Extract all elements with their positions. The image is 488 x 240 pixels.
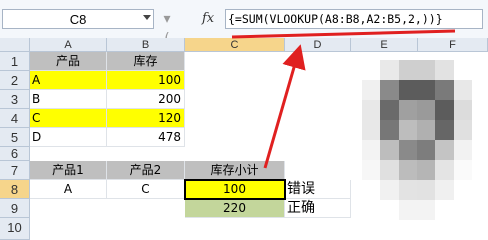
mosaic-block: [453, 180, 472, 201]
cell-d8-wrong-label[interactable]: 错误: [285, 180, 351, 199]
mosaic-block: [435, 80, 455, 101]
mosaic-block: [380, 180, 400, 201]
pixelated-image: [362, 60, 472, 220]
mosaic-block: [417, 140, 436, 161]
mosaic-block: [398, 100, 418, 121]
mosaic-block: [435, 100, 455, 121]
fx-icon[interactable]: fx: [202, 9, 222, 29]
row-header-8[interactable]: 8: [0, 180, 30, 199]
cell-b2[interactable]: 100: [107, 71, 185, 90]
mosaic-block: [417, 160, 436, 181]
mosaic-block: [362, 200, 381, 220]
mosaic-block: [362, 120, 381, 141]
mosaic-block: [362, 60, 381, 81]
mosaic-block: [362, 140, 381, 161]
mosaic-block: [453, 100, 472, 121]
col-header-a[interactable]: A: [30, 38, 107, 52]
cell-c7[interactable]: 库存小计: [185, 161, 285, 180]
mosaic-block: [362, 160, 381, 181]
row-header-7[interactable]: 7: [0, 161, 30, 180]
cell-b5[interactable]: 478: [107, 128, 185, 147]
col-header-e[interactable]: E: [351, 38, 418, 52]
formula-input[interactable]: {=SUM(VLOOKUP(A8:B8,A2:B5,2,))}: [225, 9, 483, 29]
mosaic-block: [435, 120, 455, 141]
mosaic-block: [380, 140, 400, 161]
mosaic-block: [398, 160, 418, 181]
mosaic-block: [453, 140, 472, 161]
cell-b7[interactable]: 产品2: [107, 161, 185, 180]
cell-a3[interactable]: B: [30, 90, 107, 109]
mosaic-block: [435, 140, 455, 161]
mosaic-block: [435, 180, 455, 201]
col-header-f[interactable]: F: [418, 38, 488, 52]
formula-bar-separator: ▾ (: [163, 11, 171, 47]
mosaic-block: [380, 120, 400, 141]
mosaic-block: [398, 60, 418, 81]
row-header-2[interactable]: 2: [0, 71, 30, 90]
formula-text: {=SUM(VLOOKUP(A8:B8,A2:B5,2,))}: [228, 12, 443, 26]
cell-b1[interactable]: 库存: [107, 52, 185, 71]
mosaic-block: [417, 200, 436, 220]
formula-bar: C8 ▾ ( fx {=SUM(VLOOKUP(A8:B8,A2:B5,2,))…: [0, 0, 488, 47]
mosaic-block: [453, 160, 472, 181]
mosaic-block: [398, 140, 418, 161]
mosaic-block: [380, 60, 400, 81]
mosaic-block: [435, 200, 455, 220]
row-header-6[interactable]: 6: [0, 147, 30, 161]
col-header-d[interactable]: D: [285, 38, 351, 52]
cell-a5[interactable]: D: [30, 128, 107, 147]
row-header-10[interactable]: 10: [0, 218, 30, 240]
row-header-1[interactable]: 1: [0, 52, 30, 71]
name-box-value: C8: [69, 12, 87, 27]
mosaic-block: [362, 180, 381, 201]
row-header-4[interactable]: 4: [0, 109, 30, 128]
mosaic-block: [380, 80, 400, 101]
mosaic-block: [453, 60, 472, 81]
mosaic-block: [417, 100, 436, 121]
cell-b3[interactable]: 200: [107, 90, 185, 109]
cell-c9[interactable]: 220: [185, 199, 285, 218]
cell-a8[interactable]: A: [30, 180, 107, 199]
chevron-down-icon[interactable]: [143, 15, 151, 20]
mosaic-block: [417, 80, 436, 101]
cell-b4[interactable]: 120: [107, 109, 185, 128]
mosaic-block: [380, 160, 400, 181]
mosaic-block: [453, 80, 472, 101]
cell-a7[interactable]: 产品1: [30, 161, 107, 180]
mosaic-block: [453, 200, 472, 220]
mosaic-block: [380, 100, 400, 121]
active-cell-outline: [184, 179, 286, 200]
cell-b8[interactable]: C: [107, 180, 185, 199]
mosaic-block: [398, 120, 418, 141]
mosaic-block: [453, 120, 472, 141]
mosaic-block: [380, 200, 400, 220]
mosaic-block: [398, 80, 418, 101]
mosaic-block: [398, 200, 418, 220]
name-box[interactable]: C8: [2, 9, 154, 29]
cell-a4[interactable]: C: [30, 109, 107, 128]
col-header-c[interactable]: C: [185, 38, 285, 52]
mosaic-block: [398, 180, 418, 201]
col-header-b[interactable]: B: [107, 38, 185, 52]
row-header-5[interactable]: 5: [0, 128, 30, 147]
mosaic-block: [435, 160, 455, 181]
cell-a1[interactable]: 产品: [30, 52, 107, 71]
mosaic-block: [362, 100, 381, 121]
row-header-9[interactable]: 9: [0, 199, 30, 218]
cell-a2[interactable]: A: [30, 71, 107, 90]
select-all-corner[interactable]: [0, 38, 30, 52]
mosaic-block: [417, 180, 436, 201]
mosaic-block: [417, 60, 436, 81]
mosaic-block: [362, 80, 381, 101]
mosaic-block: [435, 60, 455, 81]
mosaic-block: [417, 120, 436, 141]
row-header-3[interactable]: 3: [0, 90, 30, 109]
cell-d9-correct-label[interactable]: 正确: [285, 199, 351, 218]
